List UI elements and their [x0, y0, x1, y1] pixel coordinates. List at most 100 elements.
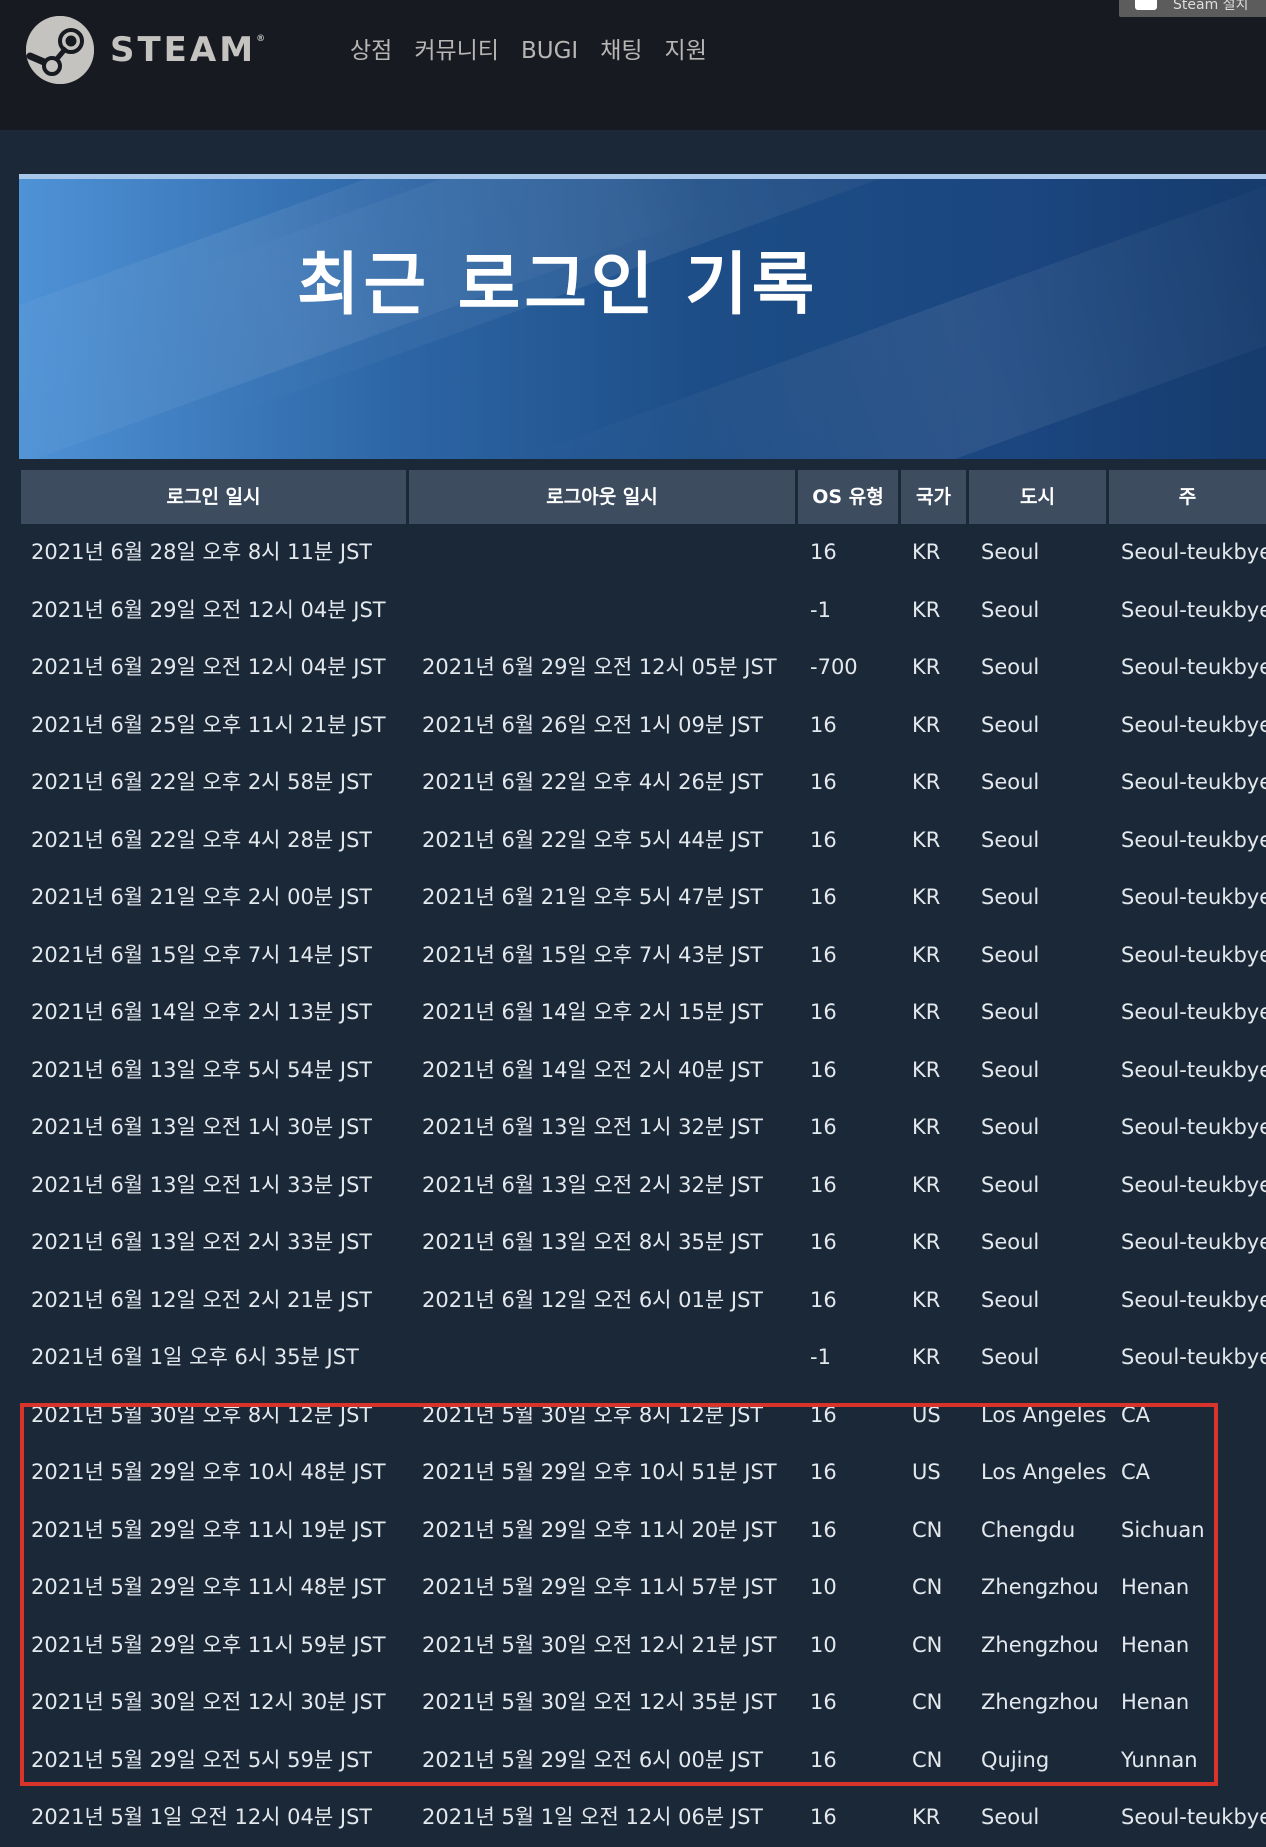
os-type-cell: 16: [810, 1287, 837, 1312]
state-cell: Seoul-teukbyeolsi: [1121, 885, 1266, 909]
login-time-cell: 2021년 6월 13일 오전 1시 30분 JST: [31, 1115, 373, 1139]
state-cell: Seoul-teukbyeolsi: [1121, 1057, 1266, 1082]
country-cell: KR: [912, 655, 941, 679]
logout-time-cell: 2021년 6월 22일 오후 4시 26분 JST: [422, 770, 764, 794]
logout-time-cell: 2021년 5월 1일 오전 12시 06분 JST: [422, 1805, 764, 1829]
table-row: 2021년 5월 30일 오후 8시 12분 JST 2021년 5월 30일 오…: [21, 1387, 1266, 1445]
country-cell: KR: [912, 1172, 941, 1197]
logout-time-cell: 2021년 6월 21일 오후 5시 47분 JST: [422, 885, 764, 909]
os-type-cell: 16: [810, 1172, 837, 1197]
login-time-cell: 2021년 5월 29일 오전 5시 59분 JST: [31, 1747, 373, 1772]
city-cell: Seoul: [981, 712, 1040, 737]
city-cell: Seoul: [981, 827, 1040, 852]
logout-time-cell: 2021년 6월 14일 오후 2시 15분 JST: [422, 1000, 764, 1024]
table-row: 2021년 5월 29일 오전 5시 59분 JST 2021년 5월 29일 오…: [21, 1732, 1266, 1790]
country-cell: US: [912, 1402, 941, 1427]
login-time-cell: 2021년 6월 15일 오후 7시 14분 JST: [31, 942, 373, 967]
table-row: 2021년 6월 28일 오후 8시 11분 JST 16 KR Seoul Seoul…: [21, 524, 1266, 582]
country-cell: KR: [912, 1057, 941, 1082]
column-header-city: 도시: [969, 470, 1106, 524]
country-cell: KR: [912, 942, 941, 967]
state-cell: Henan: [1121, 1632, 1190, 1657]
city-cell: Seoul: [981, 540, 1040, 564]
table-row: 2021년 5월 1일 오전 12시 04분 JST 2021년 5월 1일 오전…: [21, 1789, 1266, 1847]
state-cell: Seoul-teukbyeolsi: [1121, 827, 1266, 852]
state-cell: Sichuan: [1121, 1517, 1205, 1542]
state-cell: Seoul-teukbyeolsi: [1121, 712, 1266, 737]
os-type-cell: 16: [810, 1230, 837, 1254]
table-row: 2021년 6월 13일 오전 2시 33분 JST 2021년 6월 13일 오…: [21, 1214, 1266, 1272]
city-cell: Seoul: [981, 1115, 1040, 1139]
logout-time-cell: 2021년 5월 30일 오후 8시 12분 JST: [422, 1402, 764, 1427]
country-cell: KR: [912, 1115, 941, 1139]
state-cell: Henan: [1121, 1690, 1190, 1714]
column-header-state: 주: [1109, 470, 1266, 524]
os-type-cell: 10: [810, 1632, 837, 1657]
city-cell: Seoul: [981, 1057, 1040, 1082]
logout-time-cell: 2021년 5월 29일 오후 10시 51분 JST: [422, 1460, 777, 1484]
table-row: 2021년 6월 13일 오후 5시 54분 JST 2021년 6월 14일 오…: [21, 1042, 1266, 1100]
country-cell: KR: [912, 1000, 941, 1024]
logout-time-cell: 2021년 5월 30일 오전 12시 35분 JST: [422, 1690, 777, 1714]
login-time-cell: 2021년 5월 1일 오전 12시 04분 JST: [31, 1805, 373, 1829]
login-time-cell: 2021년 5월 30일 오후 8시 12분 JST: [31, 1402, 373, 1427]
nav-community[interactable]: 커뮤니티: [414, 34, 499, 68]
state-cell: Seoul-teukbyeolsi: [1121, 1345, 1266, 1369]
top-navigation-bar: STEAM® 상점 커뮤니티 BUGI 채팅 지원 Steam 설치: [0, 0, 1266, 130]
column-header-country: 국가: [901, 470, 966, 524]
table-row: 2021년 6월 22일 오후 4시 28분 JST 2021년 6월 22일 오…: [21, 812, 1266, 870]
logout-time-cell: 2021년 6월 22일 오후 5시 44분 JST: [422, 827, 764, 852]
nav-store[interactable]: 상점: [350, 34, 392, 68]
login-time-cell: 2021년 5월 29일 오후 11시 59분 JST: [31, 1632, 386, 1657]
country-cell: CN: [912, 1632, 943, 1657]
table-row: 2021년 6월 13일 오전 1시 30분 JST 2021년 6월 13일 오…: [21, 1099, 1266, 1157]
login-time-cell: 2021년 5월 29일 오후 11시 48분 JST: [31, 1575, 386, 1599]
page-banner: 최근 로그인 기록: [19, 174, 1266, 459]
os-type-cell: 16: [810, 540, 837, 564]
state-cell: Seoul-teukbyeolsi: [1121, 1230, 1266, 1254]
table-row: 2021년 5월 29일 오후 10시 48분 JST 2021년 5월 29일 …: [21, 1444, 1266, 1502]
state-cell: Seoul-teukbyeolsi: [1121, 597, 1266, 622]
logout-time-cell: 2021년 6월 12일 오전 6시 01분 JST: [422, 1287, 764, 1312]
state-cell: Seoul-teukbyeolsi: [1121, 942, 1266, 967]
os-type-cell: 16: [810, 1057, 837, 1082]
logout-time-cell: 2021년 6월 29일 오전 12시 05분 JST: [422, 655, 777, 679]
logout-time-cell: 2021년 5월 29일 오후 11시 20분 JST: [422, 1517, 777, 1542]
table-row: 2021년 6월 13일 오전 1시 33분 JST 2021년 6월 13일 오…: [21, 1157, 1266, 1215]
country-cell: CN: [912, 1690, 943, 1714]
steam-logo[interactable]: STEAM®: [26, 16, 265, 88]
login-time-cell: 2021년 6월 1일 오후 6시 35분 JST: [31, 1345, 359, 1369]
table-row: 2021년 6월 12일 오전 2시 21분 JST 2021년 6월 12일 오…: [21, 1272, 1266, 1330]
nav-profile[interactable]: BUGI: [521, 34, 578, 68]
state-cell: Seoul-teukbyeolsi: [1121, 1115, 1266, 1139]
os-type-cell: 16: [810, 712, 837, 737]
column-header-os-type: OS 유형: [798, 470, 898, 524]
state-cell: Seoul-teukbyeolsi: [1121, 655, 1266, 679]
state-cell: Yunnan: [1121, 1747, 1198, 1772]
page-title: 최근 로그인 기록: [297, 246, 819, 325]
city-cell: Zhengzhou: [981, 1575, 1099, 1599]
logout-time-cell: 2021년 5월 29일 오후 11시 57분 JST: [422, 1575, 777, 1599]
login-time-cell: 2021년 6월 13일 오후 5시 54분 JST: [31, 1057, 373, 1082]
nav-chat[interactable]: 채팅: [600, 34, 642, 68]
steam-logo-icon: [26, 16, 94, 84]
city-cell: Seoul: [981, 597, 1040, 622]
os-type-cell: -1: [810, 597, 831, 622]
table-row: 2021년 6월 25일 오후 11시 21분 JST 2021년 6월 26일 …: [21, 697, 1266, 755]
table-row: 2021년 6월 14일 오후 2시 13분 JST 2021년 6월 14일 오…: [21, 984, 1266, 1042]
country-cell: KR: [912, 597, 941, 622]
download-icon: [1135, 0, 1157, 10]
login-time-cell: 2021년 6월 21일 오후 2시 00분 JST: [31, 885, 373, 909]
city-cell: Seoul: [981, 1805, 1040, 1829]
state-cell: Seoul-teukbyeolsi: [1121, 1805, 1266, 1829]
install-steam-button[interactable]: Steam 설치: [1119, 0, 1266, 17]
table-row: 2021년 5월 29일 오후 11시 59분 JST 2021년 5월 30일 …: [21, 1617, 1266, 1675]
state-cell: Seoul-teukbyeolsi: [1121, 1000, 1266, 1024]
city-cell: Seoul: [981, 655, 1040, 679]
nav-support[interactable]: 지원: [665, 34, 707, 68]
os-type-cell: 16: [810, 885, 837, 909]
logout-time-cell: 2021년 6월 15일 오후 7시 43분 JST: [422, 942, 764, 967]
state-cell: Seoul-teukbyeolsi: [1121, 1287, 1266, 1312]
os-type-cell: -700: [810, 655, 858, 679]
country-cell: KR: [912, 540, 941, 564]
